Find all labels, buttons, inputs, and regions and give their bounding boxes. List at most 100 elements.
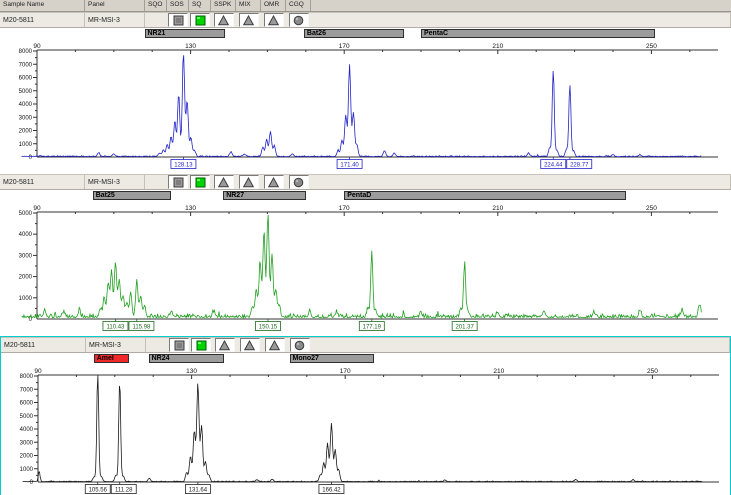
marker-label: NR27 <box>226 192 245 199</box>
y-tick-label: 4000 <box>19 232 33 238</box>
trace-line <box>21 55 702 158</box>
marker-bar-bat25[interactable]: Bat25 <box>92 191 172 200</box>
flag-sos-cell[interactable] <box>167 175 189 189</box>
flag-sq-cell[interactable] <box>190 338 212 352</box>
flag-mix-triangle-icon[interactable] <box>239 338 260 352</box>
flag-cgq-circle-icon[interactable] <box>289 338 310 352</box>
peak-size-label[interactable]: 228.77 <box>566 159 593 169</box>
flag-sq-square-green-icon[interactable] <box>190 175 210 189</box>
flag-sq-cell[interactable] <box>189 175 211 189</box>
y-tick-label: 6000 <box>19 76 33 82</box>
marker-bar-pentad[interactable]: PentaD <box>344 191 627 200</box>
flag-mix-cell[interactable] <box>237 338 262 352</box>
peak-size-label[interactable]: 111.28 <box>110 484 137 494</box>
sample-name-cell[interactable]: M20-5811 <box>0 13 85 27</box>
marker-bar-bat26[interactable]: Bat26 <box>303 29 404 38</box>
peak-size-label[interactable]: 150.15 <box>255 321 281 331</box>
sample-panel-2[interactable]: M20-5811 MR-MSI-3 Bat25 NR27 PentaD 90 130 1… <box>0 174 731 333</box>
sample-row[interactable]: M20-5811 MR-MSI-3 <box>1 337 730 353</box>
y-tick-label: 1000 <box>19 142 33 148</box>
sample-name-cell[interactable]: M20-5811 <box>1 338 86 352</box>
flag-sqo-cell <box>145 175 167 189</box>
peak-size-label[interactable]: 201.37 <box>451 321 478 331</box>
flag-omr-triangle-icon[interactable] <box>264 338 285 352</box>
marker-bar-amel[interactable]: Amel <box>93 354 130 363</box>
peak-size-label[interactable]: 110.43 <box>102 321 129 331</box>
peak-size-label[interactable]: 115.98 <box>128 321 155 331</box>
flag-sos-cell[interactable] <box>167 13 189 27</box>
flag-sos-square-icon[interactable] <box>168 13 188 27</box>
flag-sos-cell[interactable] <box>168 338 190 352</box>
flag-sspk-cell[interactable] <box>211 13 236 27</box>
flag-sq-cell[interactable] <box>189 13 211 27</box>
y-tick-label: 8000 <box>20 374 34 380</box>
flag-omr-cell[interactable] <box>261 175 286 189</box>
marker-bar-nr27[interactable]: NR27 <box>223 191 306 200</box>
flag-mix-cell[interactable] <box>236 13 261 27</box>
table-header: Sample Name Panel SQO SOS SQ SSPK MIX OMR CGQ <box>0 0 731 12</box>
panel-name-cell[interactable]: MR-MSI-3 <box>85 13 145 27</box>
peak-size-label[interactable]: 171.40 <box>336 159 363 169</box>
flag-sos-square-icon[interactable] <box>169 338 189 352</box>
flag-sspk-triangle-icon[interactable] <box>213 13 234 27</box>
y-tick-label: 4000 <box>19 102 33 108</box>
peak-size-label[interactable]: 105.56 <box>84 484 111 494</box>
marker-bar-nr24[interactable]: NR24 <box>148 354 225 363</box>
marker-label: Amel <box>96 355 114 362</box>
header-col-cgq: CGQ <box>286 0 311 11</box>
y-tick-label: 2000 <box>20 454 34 460</box>
flag-mix-triangle-icon[interactable] <box>238 13 259 27</box>
marker-bar-pentac[interactable]: PentaC <box>421 29 656 38</box>
marker-bar-nr21[interactable]: NR21 <box>144 29 226 38</box>
flag-cgq-circle-icon[interactable] <box>288 13 309 27</box>
marker-label: Mono27 <box>292 355 319 362</box>
electropherogram-plot[interactable]: 90 130 170 210 250 1000 2000 3000 4000 5000 6000 70… <box>1 365 731 495</box>
x-tick-label: 170 <box>339 43 350 50</box>
flag-sspk-triangle-icon[interactable] <box>213 175 234 189</box>
sample-name-cell[interactable]: M20-5811 <box>0 175 85 189</box>
flag-sq-square-green-icon[interactable] <box>190 13 210 27</box>
sample-panel-3[interactable]: M20-5811 MR-MSI-3 Amel NR24 Mono27 90 130 17… <box>0 336 731 495</box>
x-tick-label: 210 <box>492 43 503 50</box>
flag-sspk-cell[interactable] <box>212 338 237 352</box>
peak-size-value: 228.77 <box>570 162 589 168</box>
electropherogram-plot[interactable]: 90 130 170 210 250100020003000400050000110.4… <box>0 202 731 333</box>
flag-mix-triangle-icon[interactable] <box>238 175 259 189</box>
sample-panel-1[interactable]: M20-5811 MR-MSI-3 NR21 Bat26 PentaC 90 130 1… <box>0 12 731 171</box>
flag-omr-cell[interactable] <box>262 338 287 352</box>
electropherogram-plot[interactable]: 90 130 170 210 250 1000 2000 3000 4000 5000 6000 70… <box>0 40 731 171</box>
marker-label: NR21 <box>147 30 166 37</box>
sample-row[interactable]: M20-5811 MR-MSI-3 <box>0 12 731 28</box>
flag-sspk-triangle-icon[interactable] <box>214 338 235 352</box>
y-tick-label: 2000 <box>19 129 33 135</box>
y-tick-label: 7000 <box>20 387 34 393</box>
y-tick-label: 4000 <box>20 427 34 433</box>
panel-name-cell[interactable]: MR-MSI-3 <box>85 175 145 189</box>
peak-size-value: 131.64 <box>189 487 208 493</box>
flag-sq-square-green-icon[interactable] <box>191 338 211 352</box>
flag-sqo-cell <box>145 13 167 27</box>
y-tick-label: 5000 <box>20 414 34 420</box>
marker-bar-mono27[interactable]: Mono27 <box>289 354 374 363</box>
trace-line <box>22 375 703 483</box>
flag-omr-triangle-icon[interactable] <box>263 13 284 27</box>
panel-name-cell[interactable]: MR-MSI-3 <box>86 338 146 352</box>
peak-size-label[interactable]: 224.44 <box>540 159 567 169</box>
flag-sos-square-icon[interactable] <box>168 175 188 189</box>
flag-cgq-cell[interactable] <box>286 175 311 189</box>
flag-omr-cell[interactable] <box>261 13 286 27</box>
flag-sspk-cell[interactable] <box>211 175 236 189</box>
y-tick-label: 3000 <box>19 253 33 259</box>
header-col-sspk: SSPK <box>211 0 236 11</box>
flag-cgq-cell[interactable] <box>286 13 311 27</box>
flag-mix-cell[interactable] <box>236 175 261 189</box>
marker-label: PentaC <box>424 30 449 37</box>
flag-omr-triangle-icon[interactable] <box>263 175 284 189</box>
peak-size-label[interactable]: 177.19 <box>358 321 385 331</box>
peak-size-label[interactable]: 128.13 <box>170 159 197 169</box>
sample-row[interactable]: M20-5811 MR-MSI-3 <box>0 174 731 190</box>
flag-cgq-circle-icon[interactable] <box>288 175 309 189</box>
flag-cgq-cell[interactable] <box>287 338 312 352</box>
peak-size-label[interactable]: 131.64 <box>184 484 211 494</box>
peak-size-label[interactable]: 166.42 <box>318 484 345 494</box>
